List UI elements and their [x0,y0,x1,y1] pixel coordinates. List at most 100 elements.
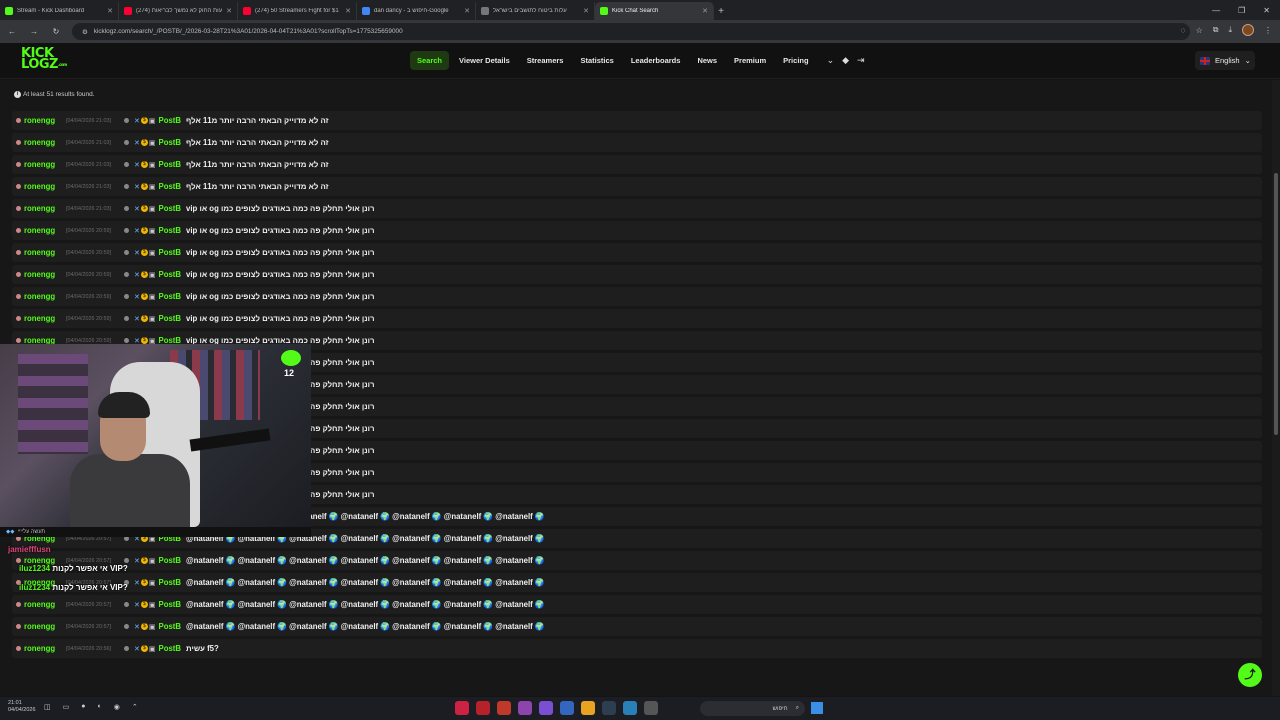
channel-name[interactable]: PostB [159,622,182,631]
message-row[interactable]: ronengg [04/04/2026 21:03] ✕ $ ▣ PostB זה לא מ… [12,111,1262,130]
message-username[interactable]: ronengg [16,292,66,301]
channel-name[interactable]: PostB [159,226,182,235]
message-username[interactable]: ronengg [16,204,66,213]
profile-avatar[interactable] [1242,24,1254,36]
channel-name[interactable]: PostB [159,204,182,213]
new-tab-icon[interactable]: + [714,2,728,20]
channel-name[interactable]: PostB [159,556,182,565]
message-username[interactable]: ronengg [16,160,66,169]
scrollbar-thumb[interactable] [1274,173,1278,435]
clock[interactable]: 21:01 04/04/2026 [8,700,36,714]
browser-tab[interactable]: עלות ביטוח לתושבים בישראל ✕ [476,2,595,20]
message-username[interactable]: ronengg [16,248,66,257]
channel-name[interactable]: PostB [159,138,182,147]
taskbar-app-icon[interactable] [476,701,490,715]
close-icon[interactable]: ✕ [1263,6,1270,15]
tab-close-icon[interactable]: ✕ [583,7,589,15]
message-row[interactable]: ronengg [04/04/2026 20:59] ✕$▣PostB vip או … [12,221,1262,240]
tune-icon[interactable]: ⚙ [82,28,88,36]
nav-item-viewer-details[interactable]: Viewer Details [452,51,517,70]
taskbar-app-icon[interactable] [560,701,574,715]
channel-name[interactable]: PostB [159,578,182,587]
message-row[interactable]: ronengg [04/04/2026 21:03] ✕ $ ▣ PostB vip או … [12,199,1262,218]
message-username[interactable]: ronengg [16,644,66,653]
nav-item-search[interactable]: Search [410,51,450,70]
message-row[interactable]: ronengg [04/04/2026 20:59] ✕$▣PostB vip או … [12,309,1262,328]
taskbar-app-icon[interactable] [644,701,658,715]
message-username[interactable]: ronengg [16,226,66,235]
monitor-icon[interactable]: ▭ [63,703,70,711]
nav-item-pricing[interactable]: Pricing [776,51,815,70]
taskbar-app-icon[interactable] [455,701,469,715]
tab-close-icon[interactable]: ✕ [702,7,708,15]
message-username[interactable]: ronengg [16,182,66,191]
taskbar-app-icon[interactable] [539,701,553,715]
message-row[interactable]: ronengg[04/04/2026 20:57]✕$▣PostB@natane… [12,551,1262,570]
channel-name[interactable]: PostB [159,314,182,323]
network-icon[interactable]: ◉ [114,703,120,711]
tab-close-icon[interactable]: ✕ [464,7,470,15]
message-username[interactable]: ronengg [16,116,66,125]
taskbar-app-icon[interactable] [497,701,511,715]
taskbar-app-icon[interactable] [602,701,616,715]
tab-close-icon[interactable]: ✕ [226,7,232,15]
reload-icon[interactable]: ↻ [50,27,62,36]
login-icon[interactable]: ⇥ [857,55,865,66]
message-row[interactable]: ronengg[04/04/2026 20:57]✕$▣PostB@natane… [12,617,1262,636]
nav-item-statistics[interactable]: Statistics [573,51,620,70]
channel-name[interactable]: PostB [159,600,182,609]
tab-close-icon[interactable]: ✕ [345,7,351,15]
taskbar-app-icon[interactable] [581,701,595,715]
message-row[interactable]: ronengg[04/04/2026 20:57]✕$▣PostB@natane… [12,595,1262,614]
message-row[interactable]: ronengg [04/04/2026 20:56] ✕ $ ▣ PostB עשית f5… [12,639,1262,658]
channel-name[interactable]: PostB [159,182,182,191]
taskbar-search[interactable]: חיפוש ⌕ [700,701,805,716]
forward-icon[interactable]: → [28,27,40,36]
message-row[interactable]: ronengg [04/04/2026 20:59] ✕$▣PostB vip או … [12,265,1262,284]
message-username[interactable]: ronengg [16,600,66,609]
message-username[interactable]: ronengg [16,622,66,631]
message-username[interactable]: ronengg [16,138,66,147]
maximize-icon[interactable]: ❐ [1238,6,1245,15]
nav-item-streamers[interactable]: Streamers [520,51,571,70]
notifications-icon[interactable]: ◫ [44,703,51,711]
channel-name[interactable]: PostB [159,116,182,125]
channel-name[interactable]: PostB [159,248,182,257]
channel-name[interactable]: PostB [159,292,182,301]
downloads-icon[interactable]: ⤓ [1228,25,1232,35]
browser-tab[interactable]: Stream - Kick Dashboard ✕ [0,2,119,20]
message-row[interactable]: ronengg [04/04/2026 21:03] ✕ $ ▣ PostB זה לא מ… [12,133,1262,152]
browser-tab[interactable]: Kick Chat Search ✕ [595,2,714,20]
channel-name[interactable]: PostB [159,644,182,653]
channel-name[interactable]: PostB [159,160,182,169]
eye-off-icon[interactable]: ◌ [1181,26,1186,35]
share-fab[interactable]: ⤴ [1238,663,1262,687]
nav-item-news[interactable]: News [690,51,724,70]
url-field[interactable]: ⚙ kicklogz.com/search/_/POSTB/_/2026-03-2… [72,23,1190,40]
channel-name[interactable]: PostB [159,270,182,279]
nav-item-leaderboards[interactable]: Leaderboards [624,51,688,70]
browser-tab[interactable]: dan dancy - חיפוש ב-Google ✕ [357,2,476,20]
message-username[interactable]: ronengg [16,314,66,323]
browser-tab[interactable]: (274) 50 Streamers Fight for $1 ✕ [238,2,357,20]
extensions-icon[interactable]: ⧉ [1213,25,1219,35]
message-row[interactable]: ronengg[04/04/2026 20:57]✕$▣PostB@natane… [12,573,1262,592]
message-row[interactable]: ronengg [04/04/2026 21:03] ✕ $ ▣ PostB זה לא מ… [12,177,1262,196]
tray-chevron-icon[interactable]: ⌃ [132,703,138,711]
menu-icon[interactable]: ⋮ [1264,26,1272,35]
minimize-icon[interactable]: — [1212,6,1220,15]
message-username[interactable]: ronengg [16,270,66,279]
taskbar-app-icon[interactable] [623,701,637,715]
windows-start-icon[interactable] [811,702,823,714]
message-row[interactable]: ronengg [04/04/2026 20:59] ✕$▣PostB vip או … [12,243,1262,262]
language-select[interactable]: English ⌄ [1195,51,1255,70]
message-row[interactable]: ronengg [04/04/2026 21:03] ✕ $ ▣ PostB זה לא מ… [12,155,1262,174]
discord-icon[interactable]: ◆ [842,55,849,66]
volume-icon[interactable]: ◐ [97,703,101,711]
star-icon[interactable]: ☆ [1196,26,1203,35]
nav-item-premium[interactable]: Premium [727,51,773,70]
back-icon[interactable]: ← [6,27,18,36]
tab-close-icon[interactable]: ✕ [107,7,113,15]
taskbar-app-icon[interactable] [518,701,532,715]
message-row[interactable]: ronengg [04/04/2026 20:59] ✕$▣PostB vip או … [12,287,1262,306]
